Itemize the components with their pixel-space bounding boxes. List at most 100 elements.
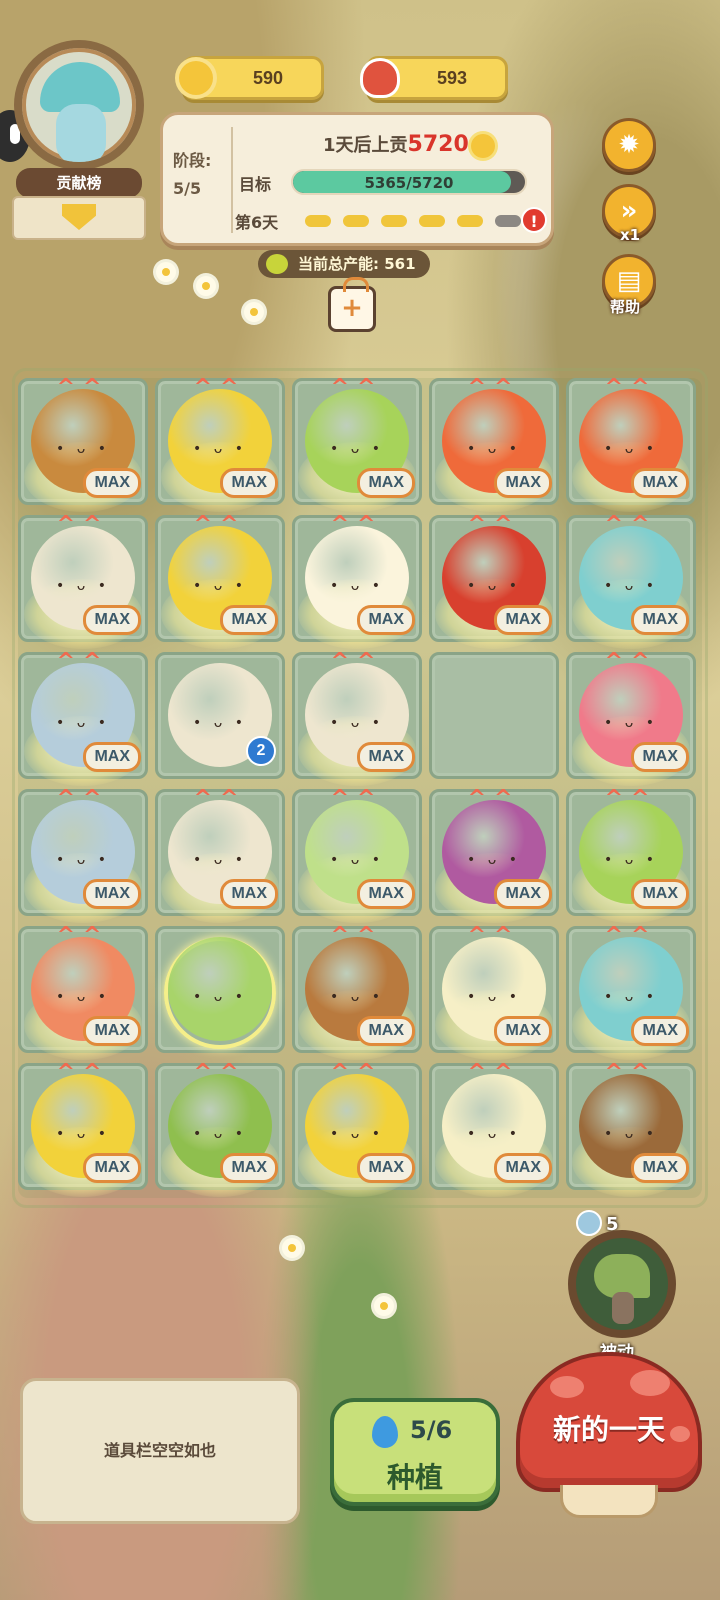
plant-face: • ᴗ • (467, 441, 521, 457)
max-badge: MAX (631, 742, 689, 772)
plant-face: • ᴗ • (330, 441, 384, 457)
max-badge: MAX (357, 879, 415, 909)
plant-face: • ᴗ • (56, 578, 110, 594)
plant-cell-enoki-mushroom[interactable]: • ᴗ • ^^ MAX (429, 923, 559, 1060)
inventory-bar[interactable]: 道具栏空空如也 (20, 1378, 300, 1524)
plant-cell-peach[interactable]: • ᴗ • ^^ MAX (18, 923, 148, 1060)
plant-cell-durian[interactable]: • ᴗ • ^^ MAX (155, 375, 285, 512)
flower-decoration (244, 302, 264, 322)
max-badge: MAX (494, 605, 552, 635)
max-badge: MAX (220, 605, 278, 635)
plant-cell-enoki-mushroom[interactable]: • ᴗ • ^^ MAX (429, 1060, 559, 1197)
plant-cell-brown-mushroom[interactable]: • ᴗ • ^^ MAX (566, 1060, 696, 1197)
plant-cell-enoki-mushroom[interactable]: • ᴗ • 2 (155, 652, 285, 779)
passive-skill-button[interactable] (568, 1230, 676, 1338)
total-capacity: 当前总产能: 561 (258, 250, 430, 278)
hourglass-icon (576, 1210, 602, 1236)
plant-cell-purple-mushroom[interactable]: • ᴗ • ^^ MAX (429, 786, 559, 923)
plant-cell-pineapple[interactable]: • ᴗ • ^^ MAX (18, 1060, 148, 1197)
warning-icon[interactable]: ! (521, 207, 547, 233)
plant-cell-pear[interactable]: • ᴗ • (155, 926, 285, 1053)
plant-face: • ᴗ • (193, 578, 247, 594)
plant-cell-enoki-mushroom[interactable]: • ᴗ • ^^ MAX (292, 649, 422, 786)
upgrade-arrows-icon: ^^ (193, 1060, 247, 1085)
mushroom-spot (550, 1376, 584, 1398)
plant-face: • ᴗ • (604, 989, 658, 1005)
plant-face: • ᴗ • (56, 989, 110, 1005)
plant-cell-broccoli[interactable]: • ᴗ • ^^ MAX (292, 375, 422, 512)
plant-cell-broccoli[interactable]: • ᴗ • ^^ MAX (155, 1060, 285, 1197)
book-icon: ▤ (616, 266, 642, 296)
day-dot (343, 215, 369, 227)
plant-cell-enoki-mushroom[interactable]: • ᴗ • ^^ MAX (155, 786, 285, 923)
plant-cell-veiled-mushroom[interactable]: • ᴗ • ^^ MAX (18, 649, 148, 786)
plant-cell-broccoli[interactable]: • ᴗ • ^^ MAX (566, 786, 696, 923)
upgrade-arrows-icon: ^^ (604, 786, 658, 811)
gear-icon: ✹ (618, 130, 640, 160)
plant-cell-red-pepper[interactable]: • ᴗ • ^^ MAX (429, 512, 559, 649)
max-badge: MAX (631, 1016, 689, 1046)
rank-scroll[interactable] (12, 196, 146, 240)
sun-resource: 590 (179, 56, 324, 100)
plant-cell-teal-mushroom[interactable]: • ᴗ • ^^ MAX (566, 512, 696, 649)
max-badge: MAX (631, 1153, 689, 1183)
avatar[interactable] (14, 40, 144, 170)
plant-face: • ᴗ • (330, 852, 384, 868)
plant-cell-durian[interactable]: • ᴗ • ^^ MAX (292, 1060, 422, 1197)
empty-cell[interactable] (429, 652, 559, 779)
settings-button[interactable]: ✹ (602, 118, 656, 172)
upgrade-arrows-icon: ^^ (330, 786, 384, 811)
max-badge: MAX (631, 879, 689, 909)
plant-face: • ᴗ • (467, 1126, 521, 1142)
plant-label: 种植 (386, 1461, 443, 1494)
stage-panel: 阶段: 5/5 1天后上贡5720 目标 5365/5720 第6天 ! (160, 112, 554, 246)
plant-cell-brown-mushroom[interactable]: • ᴗ • ^^ MAX (18, 375, 148, 512)
capacity-icon (266, 254, 288, 274)
plant-cell-enoki-mushroom[interactable]: • ᴗ • ^^ MAX (18, 512, 148, 649)
upgrade-arrows-icon: ^^ (330, 1060, 384, 1085)
sun-icon (470, 134, 495, 158)
upgrade-arrows-icon: ^^ (330, 649, 384, 674)
max-badge: MAX (357, 1153, 415, 1183)
plant-face: • ᴗ • (56, 441, 110, 457)
flower-decoration (156, 262, 176, 282)
max-badge: MAX (494, 1016, 552, 1046)
plant-cell-red-pepper[interactable]: • ᴗ • ^^ MAX (429, 375, 559, 512)
max-badge: MAX (494, 879, 552, 909)
plant-face: • ᴗ • (193, 1126, 247, 1142)
upgrade-arrows-icon: ^^ (330, 375, 384, 400)
plant-cell-dragon-fruit[interactable]: • ᴗ • ^^ MAX (566, 649, 696, 786)
upgrade-arrows-icon: ^^ (604, 1060, 658, 1085)
plant-face: • ᴗ • (604, 852, 658, 868)
water-count: 5/6 (410, 1416, 453, 1444)
upgrade-arrows-icon: ^^ (467, 512, 521, 537)
plant-cell-radish[interactable]: • ᴗ • ^^ MAX (292, 512, 422, 649)
plant-face: • ᴗ • (193, 715, 247, 731)
plant-button[interactable]: 5/6 种植 (330, 1398, 500, 1506)
rank-label[interactable]: 贡献榜 (16, 168, 142, 198)
plant-cell-red-pepper[interactable]: • ᴗ • ^^ MAX (566, 375, 696, 512)
day-dot (381, 215, 407, 227)
upgrade-arrows-icon: ^^ (193, 375, 247, 400)
upgrade-arrows-icon: ^^ (604, 512, 658, 537)
rank-shield-icon (62, 204, 96, 230)
stage-value: 5/5 (173, 179, 202, 198)
plant-face: • ᴗ • (193, 989, 247, 1005)
max-badge: MAX (357, 1016, 415, 1046)
upgrade-arrows-icon: ^^ (330, 923, 384, 948)
plant-face: • ᴗ • (604, 441, 658, 457)
plant-cell-bok-choy[interactable]: • ᴗ • ^^ MAX (292, 786, 422, 923)
plant-face: • ᴗ • (467, 578, 521, 594)
max-badge: MAX (494, 468, 552, 498)
plant-cell-veiled-mushroom[interactable]: • ᴗ • ^^ MAX (18, 786, 148, 923)
gift-calendar-icon[interactable]: + (328, 277, 376, 332)
plant-cell-brown-mushroom[interactable]: • ᴗ • ^^ MAX (292, 923, 422, 1060)
plant-cell-durian[interactable]: • ᴗ • ^^ MAX (155, 512, 285, 649)
plant-cell-teal-mushroom[interactable]: • ᴗ • ^^ MAX (566, 923, 696, 1060)
max-badge: MAX (631, 605, 689, 635)
stage-label: 阶段: (173, 151, 212, 170)
max-badge: MAX (83, 605, 141, 635)
plant-face: • ᴗ • (193, 441, 247, 457)
day-label: 第6天 (235, 213, 279, 232)
max-badge: MAX (83, 1153, 141, 1183)
